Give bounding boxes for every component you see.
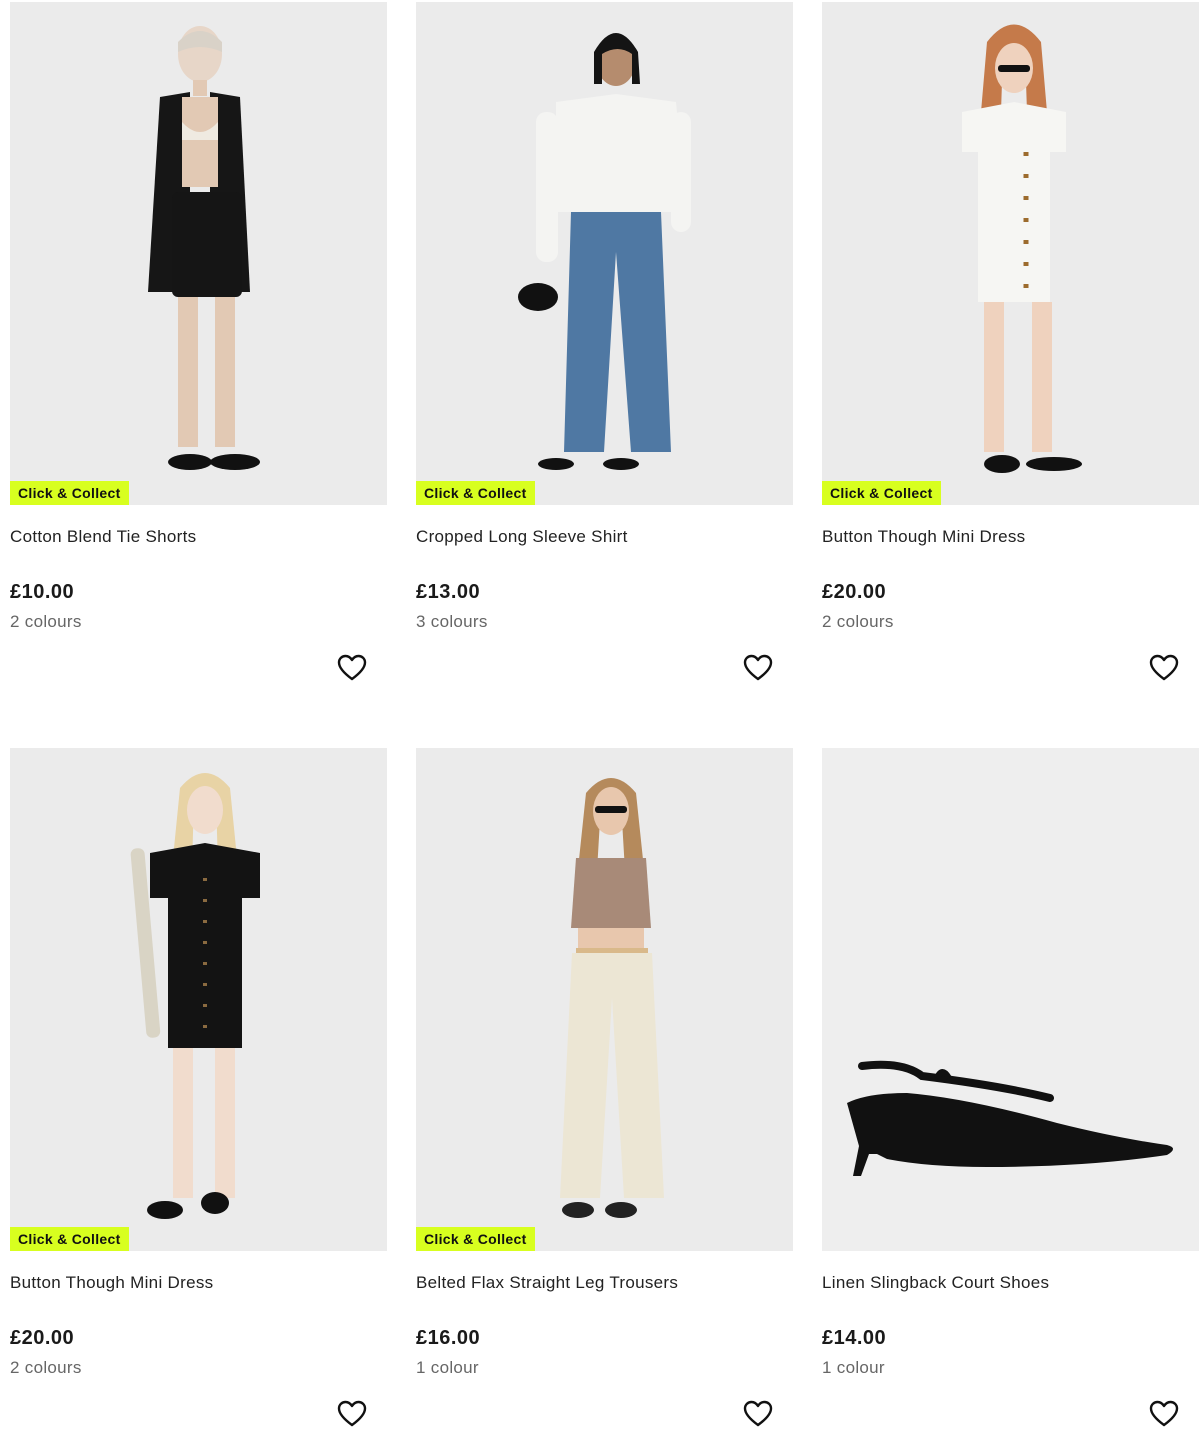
product-image[interactable]: Click & Collect xyxy=(822,2,1199,505)
heart-outline-icon xyxy=(1149,654,1179,681)
click-collect-badge: Click & Collect xyxy=(416,481,535,505)
product-image[interactable]: Click & Collect xyxy=(416,2,793,505)
product-card[interactable]: Click & Collect Button Though Mini Dress… xyxy=(822,2,1199,681)
product-card[interactable]: Click & Collect Button Though Mini Dress… xyxy=(10,748,387,1427)
wishlist-button[interactable] xyxy=(742,652,774,684)
colour-count: 2 colours xyxy=(822,612,894,631)
product-card[interactable]: Click & Collect Cotton Blend Tie Shorts … xyxy=(10,2,387,681)
click-collect-badge: Click & Collect xyxy=(10,481,129,505)
product-card[interactable]: Click & Collect Cropped Long Sleeve Shir… xyxy=(416,2,793,681)
wishlist-button[interactable] xyxy=(336,1398,368,1430)
product-price: £14.00 xyxy=(822,1327,887,1349)
colour-count: 3 colours xyxy=(416,612,488,631)
product-image[interactable]: Click & Collect xyxy=(10,2,387,505)
wishlist-button[interactable] xyxy=(1148,652,1180,684)
product-price: £10.00 xyxy=(10,581,75,603)
click-collect-badge: Click & Collect xyxy=(10,1227,129,1251)
product-title[interactable]: Cotton Blend Tie Shorts xyxy=(10,527,196,547)
product-image[interactable]: Click & Collect xyxy=(416,748,793,1251)
product-title[interactable]: Cropped Long Sleeve Shirt xyxy=(416,527,628,547)
heart-outline-icon xyxy=(337,654,367,681)
wishlist-button[interactable] xyxy=(336,652,368,684)
product-price: £20.00 xyxy=(822,581,887,603)
heart-outline-icon xyxy=(1149,1400,1179,1427)
product-card[interactable]: Linen Slingback Court Shoes £14.00 1 col… xyxy=(822,748,1199,1427)
click-collect-badge: Click & Collect xyxy=(822,481,941,505)
product-image[interactable]: Click & Collect xyxy=(10,748,387,1251)
product-title[interactable]: Belted Flax Straight Leg Trousers xyxy=(416,1273,678,1293)
product-price: £20.00 xyxy=(10,1327,75,1349)
product-title[interactable]: Button Though Mini Dress xyxy=(10,1273,213,1293)
click-collect-badge: Click & Collect xyxy=(416,1227,535,1251)
product-price: £16.00 xyxy=(416,1327,481,1349)
wishlist-button[interactable] xyxy=(1148,1398,1180,1430)
product-image[interactable] xyxy=(822,748,1199,1251)
product-title[interactable]: Linen Slingback Court Shoes xyxy=(822,1273,1049,1293)
product-title[interactable]: Button Though Mini Dress xyxy=(822,527,1025,547)
heart-outline-icon xyxy=(743,654,773,681)
colour-count: 1 colour xyxy=(822,1358,885,1377)
colour-count: 2 colours xyxy=(10,612,82,631)
wishlist-button[interactable] xyxy=(742,1398,774,1430)
heart-outline-icon xyxy=(337,1400,367,1427)
colour-count: 1 colour xyxy=(416,1358,479,1377)
product-card[interactable]: Click & Collect Belted Flax Straight Leg… xyxy=(416,748,793,1427)
product-price: £13.00 xyxy=(416,581,481,603)
heart-outline-icon xyxy=(743,1400,773,1427)
colour-count: 2 colours xyxy=(10,1358,82,1377)
product-grid: Click & Collect Cotton Blend Tie Shorts … xyxy=(0,0,1200,1432)
